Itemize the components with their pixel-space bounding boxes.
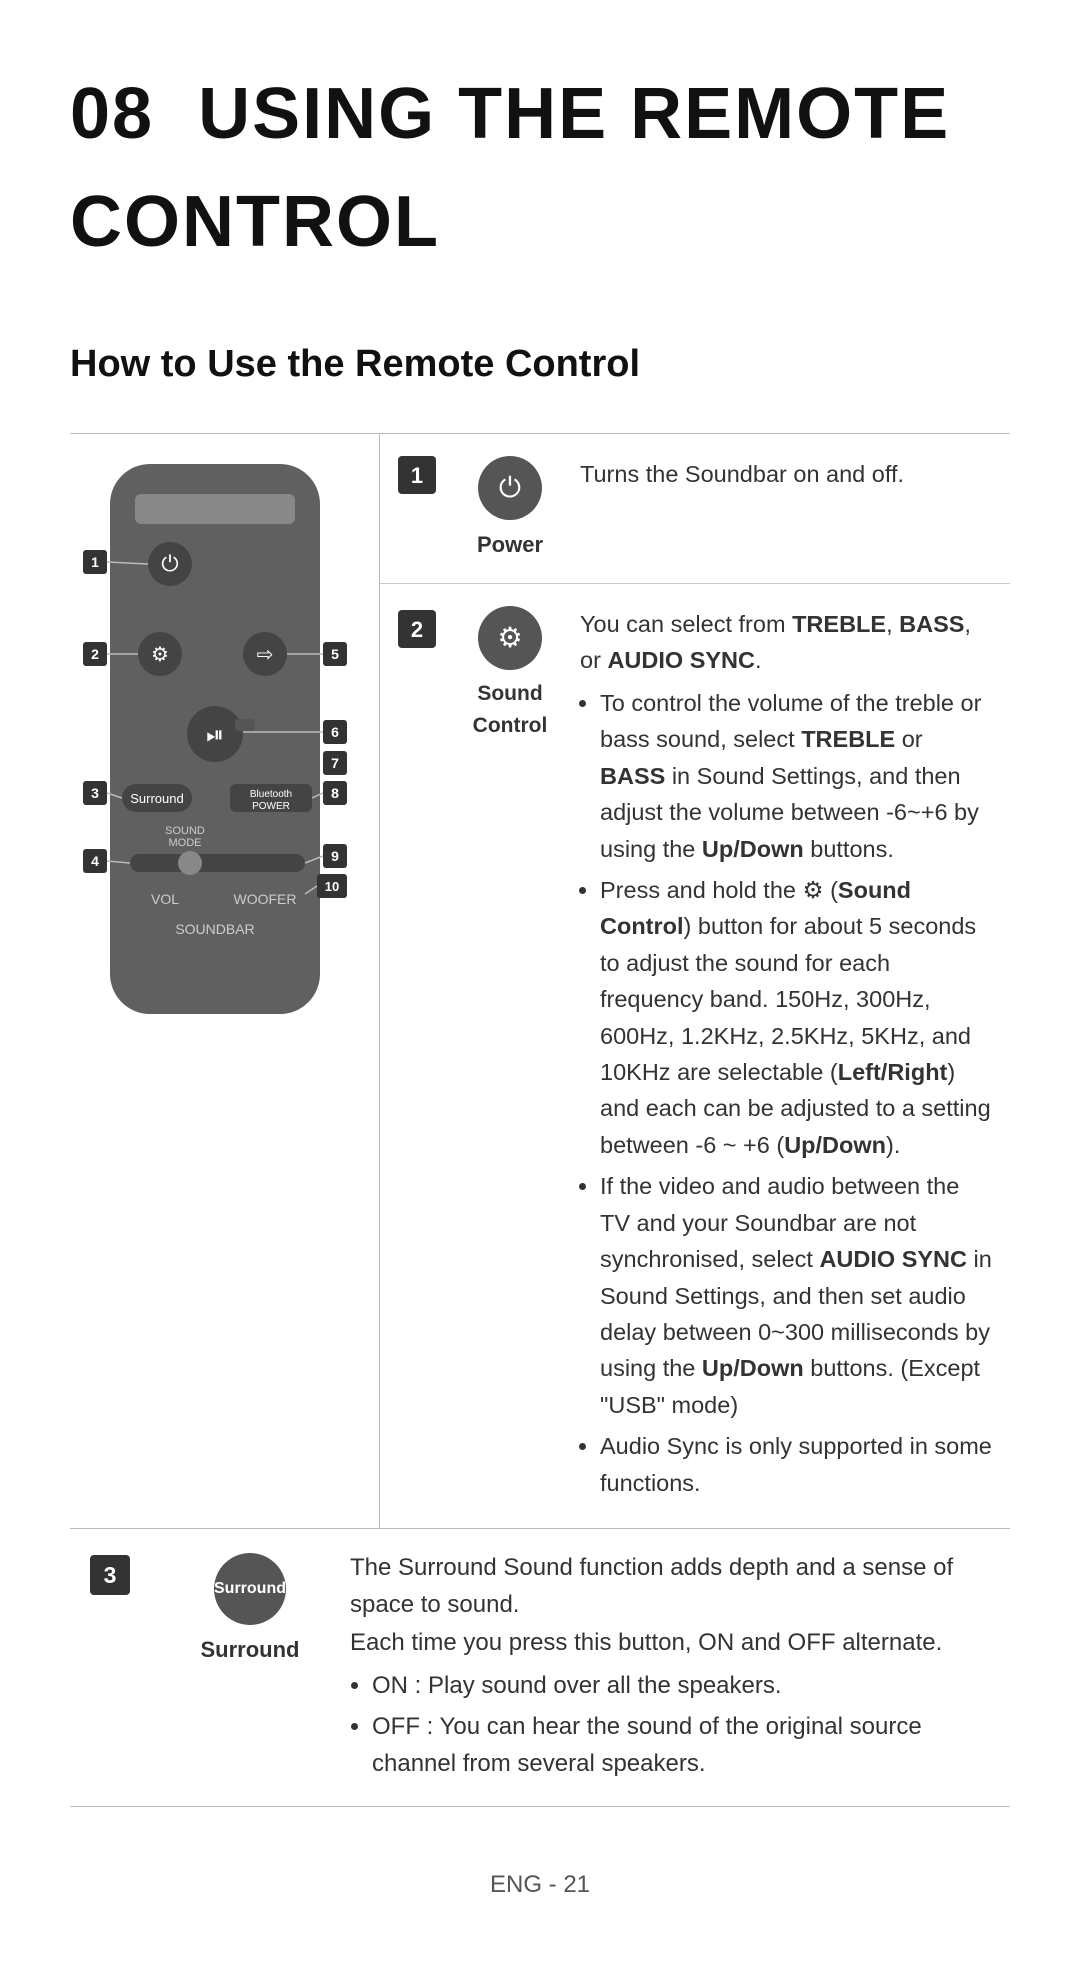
svg-text:9: 9 [331,848,339,864]
svg-text:8: 8 [331,785,339,801]
sound-num: 2 [398,606,450,648]
svg-text:6: 6 [331,724,339,740]
svg-text:SOUND: SOUND [165,825,205,837]
power-desc: Turns the Soundbar on and off. [580,456,992,492]
svg-text:MODE: MODE [169,837,202,849]
surround-num: 3 [70,1549,150,1595]
surround-text: The Surround Sound function adds depth a… [350,1549,1010,1786]
power-label: Power [477,528,543,561]
svg-text:4: 4 [91,853,99,869]
page-footer: ENG - 21 [70,1867,1010,1903]
svg-text:⚙: ⚙ [151,644,169,666]
surround-sub: Each time you press this button, ON and … [350,1629,942,1656]
sound-label: Sound Control [450,678,570,741]
surround-row: 3 Surround Surround The Surround Sound f… [70,1528,1010,1807]
svg-text:SOUNDBAR: SOUNDBAR [175,921,254,937]
desc-row-power: 1 ⏻ Power Turns the Soundbar on and off. [380,434,1010,584]
svg-text:VOL: VOL [151,891,179,907]
svg-text:⇨: ⇨ [257,644,274,666]
svg-text:10: 10 [325,879,339,894]
page-title: 08 USING THE REMOTE CONTROL [70,60,1010,276]
remote-diagram: ⏻ ⚙ ⇨ ⏯ Surround SOUND MODE Bluetooth PO… [70,434,380,1528]
power-icon: ⏻ [478,456,542,520]
section-title: How to Use the Remote Control [70,336,1010,393]
surround-label: Surround [201,1633,300,1666]
svg-text:3: 3 [91,785,99,801]
svg-text:Surround: Surround [130,791,183,806]
svg-text:POWER: POWER [252,801,290,812]
svg-text:WOOFER: WOOFER [234,891,297,907]
title-text: USING THE REMOTE CONTROL [70,74,950,262]
surround-icon-area: Surround Surround [150,1549,350,1666]
svg-text:5: 5 [331,646,339,662]
surround-bullet-off: OFF : You can hear the sound of the orig… [372,1708,1010,1782]
surround-desc: The Surround Sound function adds depth a… [350,1554,953,1618]
content-table: ⏻ ⚙ ⇨ ⏯ Surround SOUND MODE Bluetooth PO… [70,433,1010,1528]
descriptions: 1 ⏻ Power Turns the Soundbar on and off.… [380,434,1010,1528]
sound-desc: You can select from TREBLE, BASS, or AUD… [580,606,992,1506]
svg-text:Bluetooth: Bluetooth [250,789,292,800]
desc-row-sound: 2 ⚙ Sound Control You can select from TR… [380,584,1010,1528]
surround-icon: Surround [214,1553,286,1625]
power-num: 1 [398,456,450,494]
svg-text:7: 7 [331,755,339,771]
surround-bullet-on: ON : Play sound over all the speakers. [372,1667,1010,1704]
sound-icon-area: ⚙ Sound Control [450,606,580,741]
sound-control-icon: ⚙ [478,606,542,670]
svg-text:⏻: ⏻ [161,551,178,576]
power-icon-area: ⏻ Power [450,456,580,561]
svg-text:2: 2 [91,646,99,662]
svg-text:1: 1 [91,554,99,570]
svg-text:⏯: ⏯ [206,722,224,747]
chapter-number: 08 [70,74,154,154]
